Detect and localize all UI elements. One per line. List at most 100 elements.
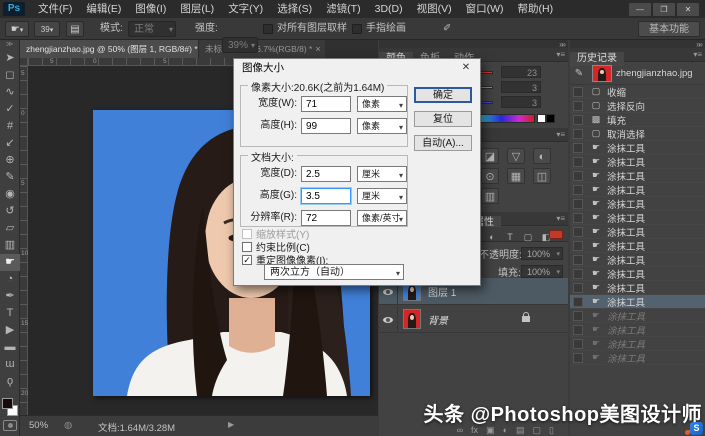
channel-value[interactable]: 23 [501,66,541,78]
dialog-close-icon[interactable]: ✕ [452,59,480,76]
shape-layer-filter[interactable]: ▢ [521,231,535,243]
menu-item-帮助H[interactable]: 帮助(H) [511,0,561,18]
history-brush-source-icon[interactable]: ✎ [573,68,585,79]
history-item[interactable]: ☛涂抹工具 [570,351,705,365]
adjustment-layer-filter[interactable]: ◐ [485,231,499,243]
vertical-ruler[interactable]: 505101520 [20,66,28,415]
panel-menu-icon[interactable]: ▾≡ [556,50,565,59]
black-swatch[interactable] [546,114,555,123]
history-snapshot-row[interactable]: ✎ zhengjianzhao.jpg [570,62,705,85]
white-swatch[interactable] [537,114,546,123]
unit-dropdown[interactable]: 像素▾ [357,96,407,112]
history-item[interactable]: ☛涂抹工具 [570,323,705,337]
eyedropper-tool[interactable]: ↙ [0,135,20,152]
menu-item-图层L[interactable]: 图层(L) [173,0,221,18]
history-brush-well[interactable] [573,87,583,97]
finger-painting-checkbox[interactable]: 手指绘画 [352,21,406,37]
vibrance-adjustment[interactable]: ▽ [507,148,525,164]
history-brush-well[interactable] [573,227,583,237]
dialog-button-ok[interactable]: 确定 [414,87,472,103]
menu-item-窗口W[interactable]: 窗口(W) [459,0,511,18]
menu-item-3DD[interactable]: 3D(D) [368,0,410,18]
history-brush-well[interactable] [573,171,583,181]
history-item[interactable]: ☛涂抹工具 [570,141,705,155]
color-balance-adjustment[interactable]: ⊙ [481,168,499,184]
sample-all-layers-checkbox[interactable]: 对所有图层取样 [263,21,347,37]
history-brush-well[interactable] [573,185,583,195]
ruler-origin-corner[interactable] [20,58,28,66]
eraser-tool[interactable]: ▱ [0,220,20,237]
clone-stamp-tool[interactable]: ◉ [0,186,20,203]
pen-tool[interactable]: ✒ [0,288,20,305]
history-item[interactable]: ▩填充 [570,113,705,127]
history-brush-well[interactable] [573,129,583,139]
history-item[interactable]: ☛涂抹工具 [570,309,705,323]
history-item[interactable]: ☛涂抹工具 [570,239,705,253]
history-item[interactable]: ☛涂抹工具 [570,267,705,281]
color-swatches[interactable] [2,398,18,416]
selective-color-adjustment[interactable]: ▥ [481,188,499,204]
close-tab-icon[interactable]: × [315,40,320,58]
quick-mask-icon[interactable] [3,420,17,431]
opacity-dropdown[interactable]: 100% [521,247,563,260]
move-tool[interactable]: ➤ [0,50,20,67]
input-method-taskbar-icon[interactable]: S [690,422,703,435]
history-item[interactable]: ▢取消选择 [570,127,705,141]
channel-value[interactable]: 3 [501,81,541,93]
hue-saturation-adjustment[interactable]: ◐ [533,148,551,164]
spot-healing-tool[interactable]: ⊕ [0,152,20,169]
gradient-tool[interactable]: ▥ [0,237,20,254]
exposure-adjustment[interactable]: ◪ [481,148,499,164]
history-brush-well[interactable] [573,325,583,335]
history-item[interactable]: ☛涂抹工具 [570,155,705,169]
history-brush-well[interactable] [573,297,583,307]
mode-dropdown[interactable]: 正常 [128,21,176,37]
collapse-toolbar-icon[interactable]: ≫ [0,40,19,50]
brush-size-picker[interactable]: 39▾ [34,21,60,37]
menu-item-图像I[interactable]: 图像(I) [128,0,173,18]
menu-item-文件F[interactable]: 文件(F) [31,0,79,18]
lasso-tool[interactable]: ∿ [0,84,20,101]
history-brush-well[interactable] [573,213,583,223]
history-brush-well[interactable] [573,157,583,167]
menu-item-文字Y[interactable]: 文字(Y) [221,0,270,18]
history-brush-well[interactable] [573,199,583,209]
unit-dropdown[interactable]: 像素▾ [357,118,407,134]
foreground-color-swatch[interactable] [2,398,13,409]
history-brush-well[interactable] [573,353,583,363]
panel-menu-icon[interactable]: ▾≡ [556,214,565,223]
history-brush-well[interactable] [573,101,583,111]
strength-dropdown[interactable]: 39% [222,37,258,53]
history-brush-tool[interactable]: ↺ [0,203,20,220]
history-brush-well[interactable] [573,241,583,251]
gradient-map-adjustment[interactable]: ◫ [533,168,551,184]
history-item[interactable]: ▢收缩 [570,85,705,99]
collapse-panel-icon[interactable]: »» [559,40,564,49]
dialog-button-auto[interactable]: 自动(A)... [414,135,472,151]
status-flyout-arrow-icon[interactable]: ▶ [228,420,234,429]
hand-tool[interactable]: ɯ [0,356,20,373]
unit-dropdown[interactable]: 厘米▾ [357,166,407,182]
type-tool[interactable]: T [0,305,20,322]
collapse-panel-icon[interactable]: »» [696,40,701,49]
smudge-tool[interactable]: ☛ [0,254,20,271]
history-item[interactable]: ☛涂抹工具 [570,183,705,197]
status-sync-icon[interactable]: ◍ [64,420,72,431]
path-selection-tool[interactable]: ▶ [0,322,20,339]
toggle-brush-panel-icon[interactable]: ▤ [66,21,84,37]
history-item[interactable]: ☛涂抹工具 [570,197,705,211]
brush-panel-icon[interactable]: ✐ [443,21,451,37]
history-brush-well[interactable] [573,269,583,279]
channel-mixer-adjustment[interactable]: ▦ [507,168,525,184]
panel-menu-icon[interactable]: ▾≡ [556,130,565,139]
history-brush-well[interactable] [573,115,583,125]
quick-selection-tool[interactable]: ✓ [0,101,20,118]
menu-item-编辑E[interactable]: 编辑(E) [79,0,128,18]
layer-row-background[interactable]: 背景 [379,306,568,333]
workspace-switcher-button[interactable]: 基本功能 [638,21,700,37]
menu-item-选择S[interactable]: 选择(S) [270,0,319,18]
field-input[interactable] [301,210,351,226]
channel-value[interactable]: 3 [501,96,541,108]
dialog-button-reset[interactable]: 复位 [414,111,472,127]
history-brush-well[interactable] [573,311,583,321]
